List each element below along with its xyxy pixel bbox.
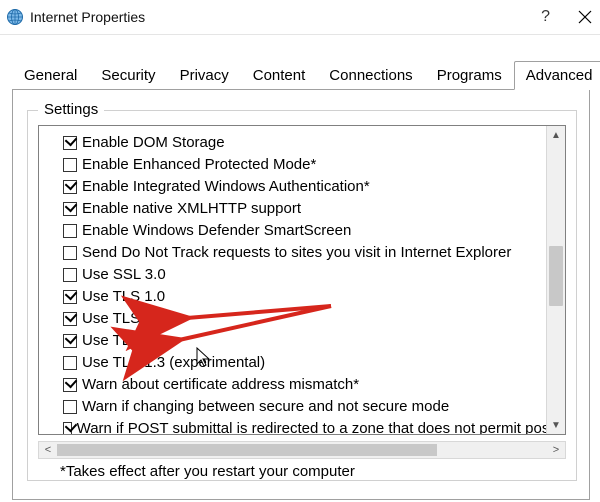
list-item[interactable]: Warn about certificate address mismatch*	[63, 374, 561, 396]
list-item-label: Send Do Not Track requests to sites you …	[82, 242, 511, 264]
list-item[interactable]: Enable native XMLHTTP support	[63, 198, 561, 220]
checkbox[interactable]	[63, 356, 77, 370]
list-item[interactable]: Use TLS 1.0	[63, 286, 561, 308]
vertical-scrollbar[interactable]: ▲ ▼	[546, 126, 565, 434]
close-button[interactable]	[578, 10, 592, 24]
list-item-label: Use TLS 1.0	[82, 286, 165, 308]
scroll-right-icon[interactable]: >	[547, 442, 565, 458]
list-item-label: Use TLS 1.3 (experimental)	[82, 352, 265, 374]
checkbox[interactable]	[63, 378, 77, 392]
list-item-label: Enable native XMLHTTP support	[82, 198, 301, 220]
titlebar: Internet Properties ?	[0, 0, 600, 35]
list-item[interactable]: Use TLS 1.1	[63, 308, 561, 330]
list-item[interactable]: Use SSL 3.0	[63, 264, 561, 286]
checkbox[interactable]	[63, 136, 77, 150]
list-item-label: Enable Integrated Windows Authentication…	[82, 176, 370, 198]
list-item-label: Use TLS 1.2	[82, 330, 165, 352]
checkbox[interactable]	[63, 312, 77, 326]
checkbox[interactable]	[63, 246, 77, 260]
restart-note: *Takes effect after you restart your com…	[60, 463, 566, 480]
settings-group-label: Settings	[38, 101, 104, 118]
settings-group: Settings Enable DOM Storage Enable Enhan…	[27, 110, 577, 481]
checkbox[interactable]	[63, 158, 77, 172]
scroll-up-icon[interactable]: ▲	[547, 126, 565, 144]
tab-advanced[interactable]: Advanced	[514, 61, 600, 90]
list-item-label: Warn about certificate address mismatch*	[82, 374, 359, 396]
list-item[interactable]: Enable Enhanced Protected Mode*	[63, 154, 561, 176]
horizontal-scrollbar[interactable]: < >	[38, 441, 566, 459]
scroll-down-icon[interactable]: ▼	[547, 416, 565, 434]
content-pane: Settings Enable DOM Storage Enable Enhan…	[12, 90, 590, 500]
list-item[interactable]: Warn if changing between secure and not …	[63, 396, 561, 418]
tab-connections[interactable]: Connections	[317, 61, 424, 90]
tab-general[interactable]: General	[12, 61, 89, 90]
tab-security[interactable]: Security	[89, 61, 167, 90]
settings-listbox[interactable]: Enable DOM Storage Enable Enhanced Prote…	[38, 125, 566, 435]
tab-privacy[interactable]: Privacy	[168, 61, 241, 90]
list-item-label: Use SSL 3.0	[82, 264, 166, 286]
list-item[interactable]: Send Do Not Track requests to sites you …	[63, 242, 561, 264]
tab-content[interactable]: Content	[241, 61, 318, 90]
list-item-label: Enable Windows Defender SmartScreen	[82, 220, 351, 242]
list-item[interactable]: Use TLS 1.3 (experimental)	[63, 352, 561, 374]
checkbox[interactable]	[63, 290, 77, 304]
scroll-thumb[interactable]	[57, 444, 437, 456]
list-item[interactable]: Warn if POST submittal is redirected to …	[63, 418, 561, 435]
list-item-label: Enable DOM Storage	[82, 132, 225, 154]
scroll-thumb[interactable]	[549, 246, 563, 306]
checkbox[interactable]	[63, 180, 77, 194]
internet-icon	[6, 8, 24, 26]
tabstrip: General Security Privacy Content Connect…	[12, 61, 590, 90]
checkbox[interactable]	[63, 202, 77, 216]
checkbox[interactable]	[63, 422, 72, 435]
checkbox[interactable]	[63, 400, 77, 414]
list-item[interactable]: Enable Integrated Windows Authentication…	[63, 176, 561, 198]
scroll-left-icon[interactable]: <	[39, 442, 57, 458]
checkbox[interactable]	[63, 334, 77, 348]
list-item[interactable]: Enable Windows Defender SmartScreen	[63, 220, 561, 242]
tab-programs[interactable]: Programs	[425, 61, 514, 90]
list-item[interactable]: Use TLS 1.2	[63, 330, 561, 352]
list-item[interactable]: Enable DOM Storage	[63, 132, 561, 154]
list-item-label: Warn if POST submittal is redirected to …	[77, 418, 561, 435]
window-title: Internet Properties	[30, 9, 145, 25]
list-item-label: Enable Enhanced Protected Mode*	[82, 154, 316, 176]
checkbox[interactable]	[63, 268, 77, 282]
help-button[interactable]: ?	[541, 8, 550, 26]
list-item-label: Use TLS 1.1	[82, 308, 165, 330]
list-item-label: Warn if changing between secure and not …	[82, 396, 449, 418]
checkbox[interactable]	[63, 224, 77, 238]
